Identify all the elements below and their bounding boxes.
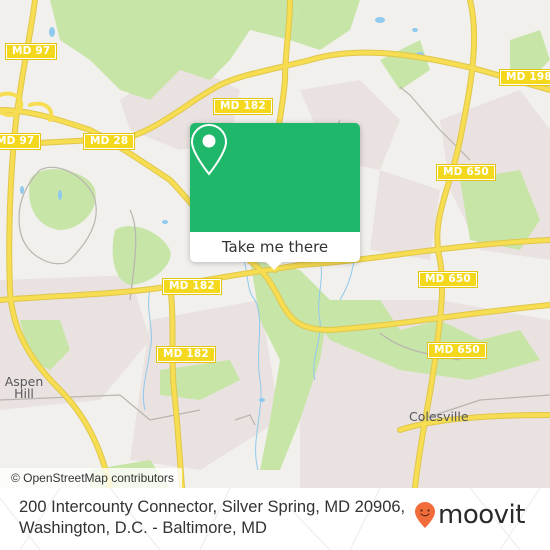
address-line-1: 200 Intercounty Connector, Silver Spring… xyxy=(19,498,406,516)
popup-pointer xyxy=(265,261,283,270)
moovit-wordmark: moovit xyxy=(438,500,525,530)
road-label-md650: MD 650 xyxy=(427,342,487,359)
place-label-aspen-hill: Aspen Hill xyxy=(4,374,44,401)
road-label-md28: MD 28 xyxy=(82,133,136,150)
destination-popup: Take me there xyxy=(190,123,360,270)
road-label-md198: MD 198 xyxy=(499,69,550,86)
road-label-md182: MD 182 xyxy=(156,346,216,363)
map-attribution[interactable]: © OpenStreetMap contributors xyxy=(0,468,182,488)
road-label-md97: MD 97 xyxy=(4,43,58,60)
moovit-logo[interactable]: moovit xyxy=(414,495,525,535)
map-view[interactable]: MD 97 MD 97 MD 28 MD 182 MD 198 MD 650 M… xyxy=(0,0,550,488)
address-text: 200 Intercounty Connector, Silver Spring… xyxy=(19,497,419,539)
footer-bar: 200 Intercounty Connector, Silver Spring… xyxy=(0,488,550,550)
take-me-there-button[interactable]: Take me there xyxy=(190,232,360,262)
road-label-md650: MD 650 xyxy=(436,164,496,181)
road-label-md97: MD 97 xyxy=(0,133,42,150)
road-label-md182: MD 182 xyxy=(162,278,222,295)
popup-header xyxy=(190,123,360,232)
address-line-2: Washington, D.C. - Baltimore, MD xyxy=(19,519,267,537)
location-pin-icon xyxy=(190,123,228,176)
place-label-colesville: Colesville xyxy=(409,409,469,424)
road-label-md182: MD 182 xyxy=(213,98,273,115)
moovit-pin-icon xyxy=(415,502,435,528)
road-label-md650: MD 650 xyxy=(418,271,478,288)
